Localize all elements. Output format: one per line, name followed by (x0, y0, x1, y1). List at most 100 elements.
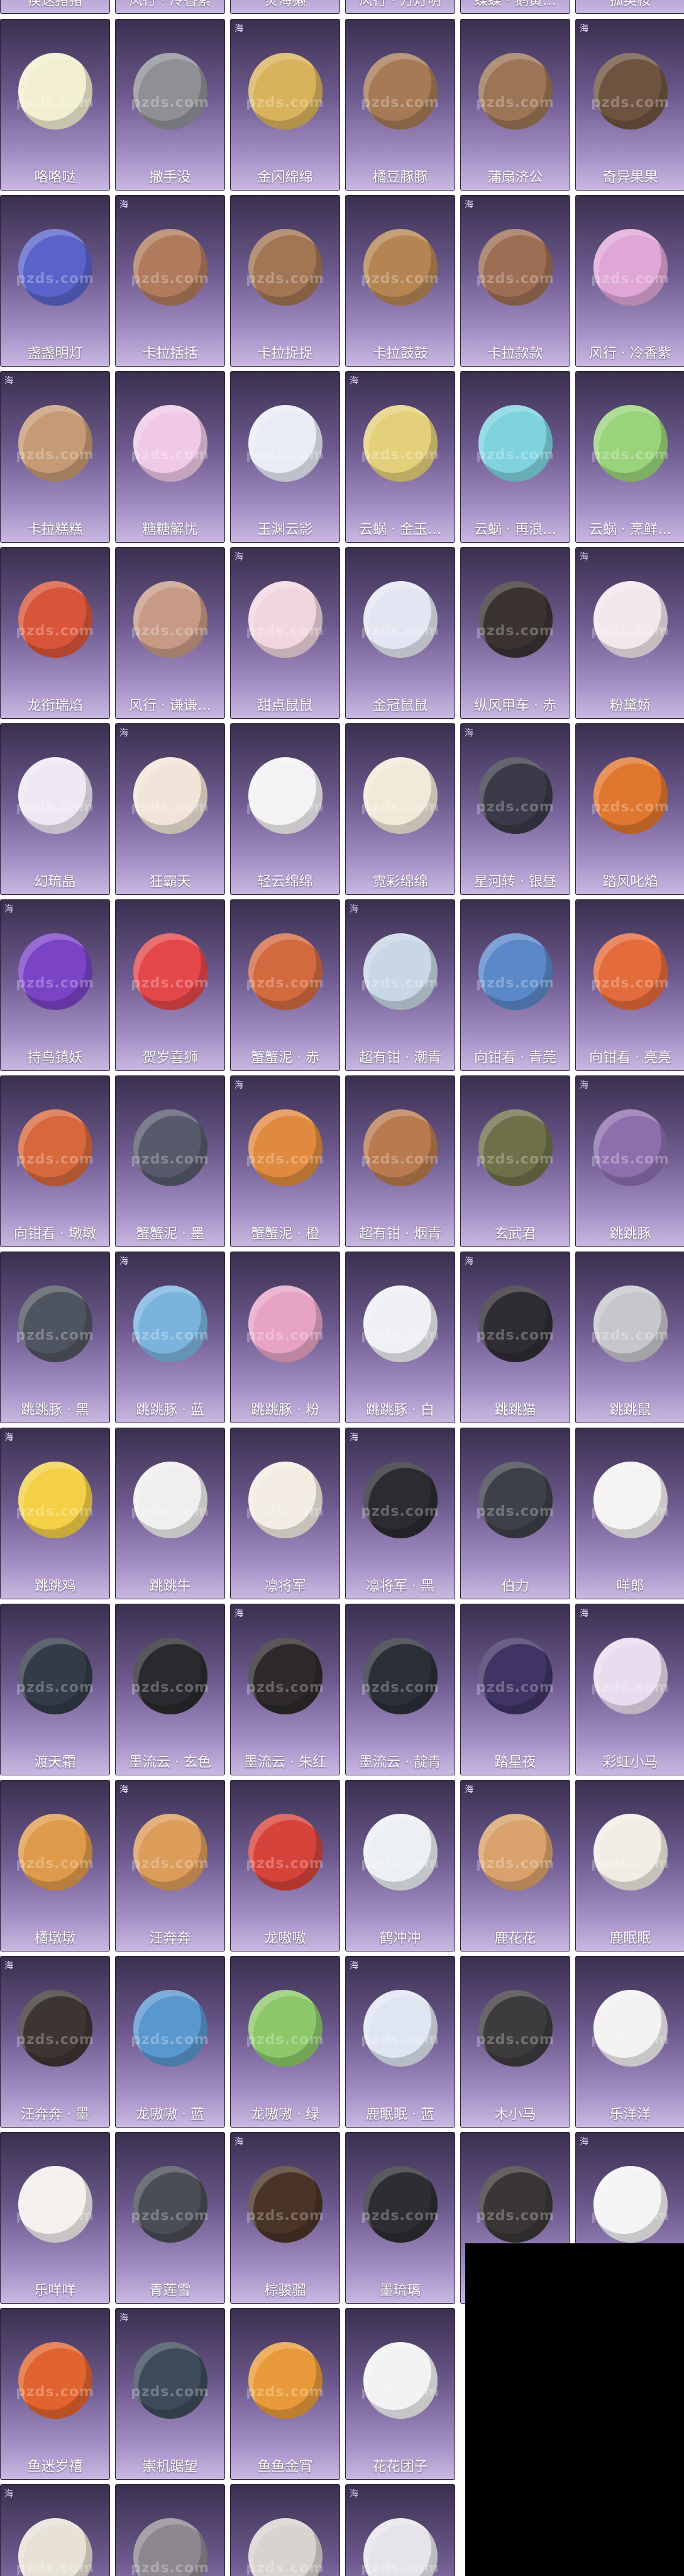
pet-card[interactable]: pzds.com 向钳看 · 墩墩 (0, 1075, 110, 1247)
pet-card[interactable]: pzds.com 海跳跳猫 (460, 1252, 570, 1423)
pet-card[interactable]: pzds.com 海金闪绵绵 (230, 19, 340, 191)
pet-card[interactable]: pzds.com 咯咯哒 (0, 19, 110, 191)
pet-card[interactable]: pzds.com 蟹蟹泥 · 赤 (230, 899, 340, 1071)
pet-name: 跳跳豚 · 粉 (251, 1402, 319, 1418)
pet-card[interactable]: pzds.com 海汪奔奔 · 墨 (0, 1956, 110, 2128)
pet-card[interactable]: pzds.com 贺岁喜狮 (115, 899, 225, 1071)
pet-card[interactable]: pzds.com 龙嗷嗷 · 蓝 (115, 1956, 225, 2128)
pet-card[interactable]: pzds.com 金冠鼠鼠 (345, 547, 455, 719)
pet-card[interactable]: pzds.com (115, 2484, 225, 2576)
pet-card[interactable]: pzds.com孤英桉 (575, 0, 684, 14)
pet-card[interactable]: pzds.com 乐洋洋 (575, 1956, 684, 2128)
pet-card[interactable]: pzds.com 向钳看 · 亮亮 (575, 899, 684, 1071)
pet-card[interactable]: pzds.com 幻琉晶 (0, 723, 110, 895)
pet-card[interactable]: pzds.com 蟹蟹泥 · 墨 (115, 1075, 225, 1247)
pet-card[interactable]: pzds.com 纵风甲车 · 赤 (460, 547, 570, 719)
pet-card[interactable]: pzds.com (230, 2484, 340, 2576)
fire-icon (593, 757, 668, 834)
pet-card[interactable]: pzds.com 鹤冲冲 (345, 1780, 455, 1951)
horse-icon (248, 1638, 323, 1714)
pet-card[interactable]: pzds.com 跳跳牛 (115, 1428, 225, 1599)
pet-card[interactable]: pzds.com 海墨流云 · 朱红 (230, 1604, 340, 1775)
pet-card[interactable]: pzds.com 乐咩咩 (0, 2132, 110, 2304)
pet-card[interactable]: pzds.com 海蟹蟹泥 · 橙 (230, 1075, 340, 1247)
pet-card[interactable]: pzds.com 鱼迷岁禧 (0, 2308, 110, 2480)
pet-image (1, 2133, 109, 2276)
pet-card[interactable]: pzds.com 咩郎 (575, 1428, 684, 1599)
pet-card[interactable]: pzds.com 海棕骏骝 (230, 2132, 340, 2304)
pet-card[interactable]: pzds.com 海超有钳 · 潮青 (345, 899, 455, 1071)
pet-card[interactable]: pzds.com 海 (345, 2484, 455, 2576)
pet-card[interactable]: pzds.com 踏风叱焰 (575, 723, 684, 895)
pet-card[interactable]: pzds.com 霓彩绵绵 (345, 723, 455, 895)
pet-card[interactable]: pzds.com 跳跳豚 · 粉 (230, 1252, 340, 1423)
pet-card[interactable]: pzds.com 海卡拉括括 (115, 195, 225, 367)
pet-card[interactable]: pzds.com 踏星夜 (460, 1604, 570, 1775)
pet-card[interactable]: pzds.com 橘豆豚豚 (345, 19, 455, 191)
pet-card[interactable]: pzds.com 海卡拉糕糕 (0, 371, 110, 543)
pet-card[interactable]: pzds.com 玄武君 (460, 1075, 570, 1247)
pet-card[interactable]: pzds.com 墨流云 · 玄色 (115, 1604, 225, 1775)
pet-card[interactable]: pzds.com 海狂霸天 (115, 723, 225, 895)
pet-card[interactable]: pzds.com 糖糖解忧 (115, 371, 225, 543)
pet-card[interactable]: pzds.com 海崇机踞望 (115, 2308, 225, 2480)
pet-card[interactable]: pzds.com 伯力 (460, 1428, 570, 1599)
pet-card[interactable]: pzds.com 海卡拉款款 (460, 195, 570, 367)
pet-card[interactable]: pzds.com 龙衔瑞焰 (0, 547, 110, 719)
pet-card[interactable]: pzds.com 海鹿花花 (460, 1780, 570, 1951)
pet-card[interactable]: pzds.com海风行 · 万灯明 (345, 0, 455, 14)
pet-name: 鱼鱼金宵 (257, 2458, 313, 2475)
pet-card[interactable]: pzds.com 跳跳豚 · 白 (345, 1252, 455, 1423)
pet-card[interactable]: pzds.com 墨琉璃 (345, 2132, 455, 2304)
pet-card[interactable]: pzds.com 渡天霜 (0, 1604, 110, 1775)
pet-card[interactable]: pzds.com 海跳跳豚 (575, 1075, 684, 1247)
pet-card[interactable]: pzds.com 海奇异果果 (575, 19, 684, 191)
pet-card[interactable]: pzds.com 向钳看 · 青莞 (460, 899, 570, 1071)
pet-card[interactable]: pzds.com 墨流云 · 靛青 (345, 1604, 455, 1775)
pet-card[interactable]: pzds.com 鹿眠眠 (575, 1780, 684, 1951)
pet-card[interactable]: pzds.com 海星河转 · 银昼 (460, 723, 570, 895)
pet-card[interactable]: pzds.com 海汪奔奔 (115, 1780, 225, 1951)
pet-card[interactable]: pzds.com 橘墩墩 (0, 1780, 110, 1951)
pet-card[interactable]: pzds.com 云蜗 · 烹鲜… (575, 371, 684, 543)
cat-icon (478, 1285, 553, 1362)
pet-card[interactable]: pzds.com 海鹿眠眠 · 蓝 (345, 1956, 455, 2128)
pet-card[interactable]: pzds.com 海甜点鼠鼠 (230, 547, 340, 719)
pet-card[interactable]: pzds.com 木小马 (460, 1956, 570, 2128)
pet-image (461, 548, 570, 691)
pet-card[interactable]: pzds.com风行 · 冷香紫 (115, 0, 225, 14)
pet-card[interactable]: pzds.com 海跳跳豚 · 蓝 (115, 1252, 225, 1423)
pet-card[interactable]: pzds.com 鱼鱼金宵 (230, 2308, 340, 2480)
pet-card[interactable]: pzds.com 蒲扇济公 (460, 19, 570, 191)
pet-card[interactable]: pzds.com 卡拉鼓鼓 (345, 195, 455, 367)
pet-card[interactable]: pzds.com 海持鸟镇妖 (0, 899, 110, 1071)
pet-card[interactable]: pzds.com 海粉黛娇 (575, 547, 684, 719)
pet-card[interactable]: pzds.com 卡拉捉捉 (230, 195, 340, 367)
pet-card[interactable]: pzds.com蝶蝶 · 鹅黄… (460, 0, 570, 14)
pet-card[interactable]: pzds.com 龙嗷嗷 (230, 1780, 340, 1951)
alpaca-icon (248, 757, 323, 834)
pet-card[interactable]: pzds.com 海云蜗 · 金玉… (345, 371, 455, 543)
corner-tag: 海 (465, 1785, 473, 1795)
pet-card[interactable]: pzds.com 海 (0, 2484, 110, 2576)
pet-card[interactable]: pzds.com炎海獭 (230, 0, 340, 14)
pet-card[interactable]: pzds.com 风行 · 谦谦… (115, 547, 225, 719)
pet-card[interactable]: pzds.com 云蜗 · 再浪… (460, 371, 570, 543)
pet-card[interactable]: pzds.com 轻云绵绵 (230, 723, 340, 895)
pet-card[interactable]: pzds.com 盏盏明灯 (0, 195, 110, 367)
pet-card[interactable]: pzds.com 凛将军 (230, 1428, 340, 1599)
pet-card[interactable]: pzds.com海疾速猪猪 (0, 0, 110, 14)
pet-image (231, 900, 339, 1043)
pet-card[interactable]: pzds.com 玉渊云影 (230, 371, 340, 543)
pet-card[interactable]: pzds.com 海凛将军 · 黑 (345, 1428, 455, 1599)
pet-card[interactable]: pzds.com 海跳跳鸡 (0, 1428, 110, 1599)
pet-card[interactable]: pzds.com 海彩虹小马 (575, 1604, 684, 1775)
pet-card[interactable]: pzds.com风行 · 冷香紫 (575, 195, 684, 367)
pet-card[interactable]: pzds.com 龙嗷嗷 · 绿 (230, 1956, 340, 2128)
pet-card[interactable]: pzds.com 跳跳豚 · 黑 (0, 1252, 110, 1423)
pet-card[interactable]: pzds.com 超有钳 · 烟青 (345, 1075, 455, 1247)
pet-card[interactable]: pzds.com 青莲雪 (115, 2132, 225, 2304)
pet-card[interactable]: pzds.com 跳跳鼠 (575, 1252, 684, 1423)
pet-card[interactable]: pzds.com 花花团子 (345, 2308, 455, 2480)
pet-card[interactable]: pzds.com 撒手没 (115, 19, 225, 191)
